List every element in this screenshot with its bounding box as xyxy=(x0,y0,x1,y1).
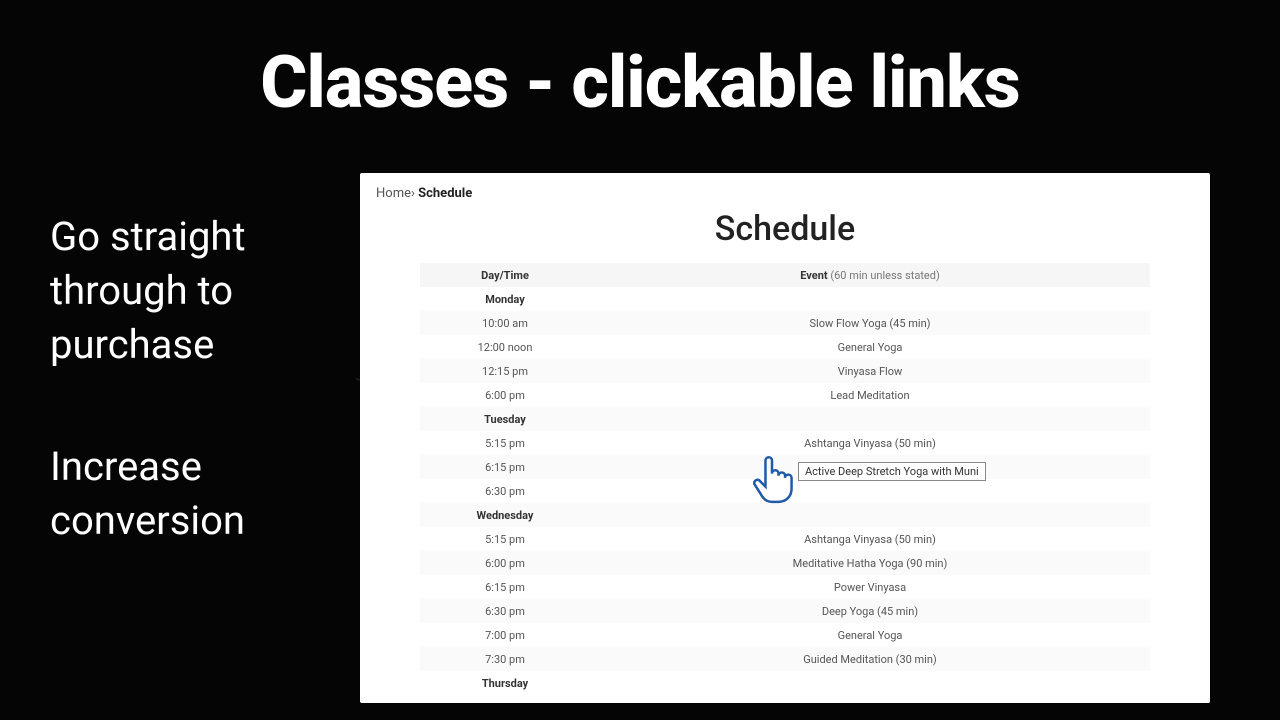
cell-time: 6:15 pm xyxy=(420,461,590,474)
schedule-row: 12:00 noonGeneral Yoga xyxy=(420,335,1150,359)
schedule-row: 6:15 pmPower Vinyasa xyxy=(420,575,1150,599)
cell-time: 12:15 pm xyxy=(420,365,590,378)
col-event-label: Event xyxy=(800,269,827,282)
day-name: Monday xyxy=(420,293,590,306)
col-event: Event (60 min unless stated) xyxy=(590,269,1150,282)
day-name: Thursday xyxy=(420,677,590,690)
cell-time: 12:00 noon xyxy=(420,341,590,354)
schedule-panel: Home› Schedule Schedule Day/Time Event (… xyxy=(360,173,1210,703)
day-name: Wednesday xyxy=(420,509,590,522)
cell-time: 6:00 pm xyxy=(420,389,590,402)
cell-event: Deep Yoga (45 min) xyxy=(590,605,1150,618)
cursor-hand-icon xyxy=(750,454,794,504)
cell-time: 5:15 pm xyxy=(420,437,590,450)
cell-time: 7:00 pm xyxy=(420,629,590,642)
breadcrumb: Home› Schedule xyxy=(360,173,1210,209)
cell-event: General Yoga xyxy=(590,629,1150,642)
cell-time: 7:30 pm xyxy=(420,653,590,666)
day-header: Thursday xyxy=(420,671,1150,695)
cell-event: Meditative Hatha Yoga (90 min) xyxy=(590,557,1150,570)
cell-time: 6:30 pm xyxy=(420,485,590,498)
schedule-row: 6:00 pmLead Meditation xyxy=(420,383,1150,407)
breadcrumb-current: Schedule xyxy=(418,186,472,201)
day-name: Tuesday xyxy=(420,413,590,426)
slide-headline: Classes - clickable links xyxy=(0,40,1280,125)
schedule-row: 5:15 pmAshtanga Vinyasa (50 min) xyxy=(420,527,1150,551)
cell-event: General Yoga xyxy=(590,341,1150,354)
cell-event: Power Vinyasa xyxy=(590,581,1150,594)
col-daytime: Day/Time xyxy=(420,269,590,282)
cell-time: 6:30 pm xyxy=(420,605,590,618)
cell-event: Ashtanga Vinyasa (50 min) xyxy=(590,437,1150,450)
day-header: Monday xyxy=(420,287,1150,311)
schedule-row: 7:00 pmGeneral Yoga xyxy=(420,623,1150,647)
cell-time: 5:15 pm xyxy=(420,533,590,546)
cell-event: Ashtanga Vinyasa (50 min) xyxy=(590,533,1150,546)
schedule-row: 12:15 pmVinyasa Flow xyxy=(420,359,1150,383)
schedule-row: 6:30 pmDeep Yoga (45 min) xyxy=(420,599,1150,623)
cell-time: 10:00 am xyxy=(420,317,590,330)
cell-event: Guided Meditation (30 min) xyxy=(590,653,1150,666)
schedule-row: 7:30 pmGuided Meditation (30 min) xyxy=(420,647,1150,671)
day-header: Wednesday xyxy=(420,503,1150,527)
cell-event: Vinyasa Flow xyxy=(590,365,1150,378)
schedule-row: 6:00 pmMeditative Hatha Yoga (90 min) xyxy=(420,551,1150,575)
schedule-row: 5:15 pmAshtanga Vinyasa (50 min) xyxy=(420,431,1150,455)
table-header-row: Day/Time Event (60 min unless stated) xyxy=(420,263,1150,287)
cell-event: Lead Meditation xyxy=(590,389,1150,402)
link-tooltip: Active Deep Stretch Yoga with Muni xyxy=(798,462,986,481)
col-event-note: (60 min unless stated) xyxy=(830,269,939,282)
side-text-1: Go straightthrough topurchase xyxy=(50,210,246,372)
cell-event: Slow Flow Yoga (45 min) xyxy=(590,317,1150,330)
schedule-row: 10:00 amSlow Flow Yoga (45 min) xyxy=(420,311,1150,335)
cell-time: 6:00 pm xyxy=(420,557,590,570)
page-title: Schedule xyxy=(360,209,1210,249)
breadcrumb-home[interactable]: Home xyxy=(376,186,411,201)
side-text-2: Increaseconversion xyxy=(50,440,245,548)
day-header: Tuesday xyxy=(420,407,1150,431)
cell-time: 6:15 pm xyxy=(420,581,590,594)
